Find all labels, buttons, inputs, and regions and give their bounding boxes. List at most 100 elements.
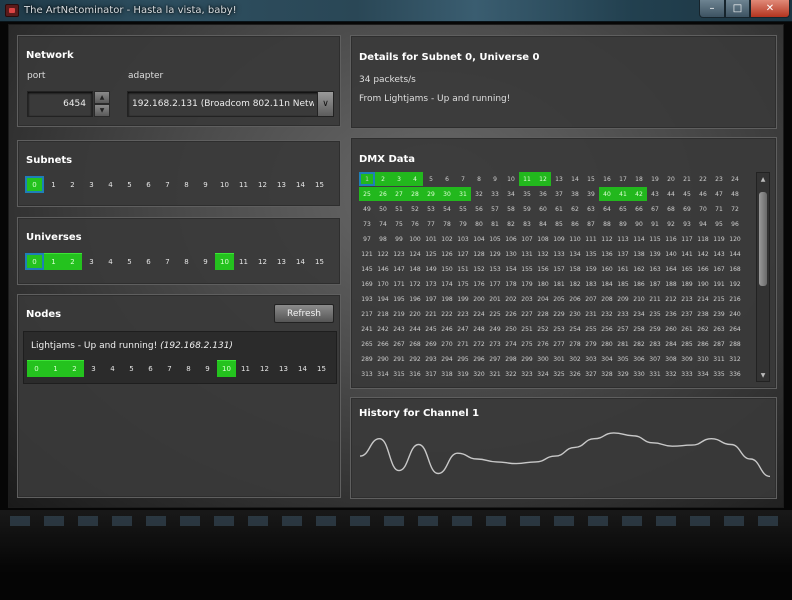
dmx-channel-52[interactable]: 52 [407,202,423,216]
dmx-channel-202[interactable]: 202 [503,292,519,306]
dmx-channel-319[interactable]: 319 [455,367,471,381]
dmx-channel-274[interactable]: 274 [503,337,519,351]
cell-9[interactable]: 9 [196,253,215,270]
dmx-channel-63[interactable]: 63 [583,202,599,216]
dmx-channel-176[interactable]: 176 [471,277,487,291]
dmx-channel-332[interactable]: 332 [663,367,679,381]
dmx-channel-59[interactable]: 59 [519,202,535,216]
dmx-channel-67[interactable]: 67 [647,202,663,216]
dmx-channel-41[interactable]: 41 [615,187,631,201]
dmx-channel-204[interactable]: 204 [535,292,551,306]
dmx-channel-226[interactable]: 226 [503,307,519,321]
dmx-channel-231[interactable]: 231 [583,307,599,321]
cell-6[interactable]: 6 [139,176,158,193]
dmx-channel-177[interactable]: 177 [487,277,503,291]
dmx-channel-94[interactable]: 94 [695,217,711,231]
dmx-channel-173[interactable]: 173 [423,277,439,291]
dmx-channel-88[interactable]: 88 [599,217,615,231]
dmx-channel-11[interactable]: 11 [519,172,535,186]
dmx-channel-187[interactable]: 187 [647,277,663,291]
dmx-channel-85[interactable]: 85 [551,217,567,231]
dmx-channel-296[interactable]: 296 [471,352,487,366]
dmx-channel-151[interactable]: 151 [455,262,471,276]
dmx-channel-117[interactable]: 117 [679,232,695,246]
cell-9[interactable]: 9 [196,176,215,193]
dmx-channel-308[interactable]: 308 [663,352,679,366]
dmx-channel-101[interactable]: 101 [423,232,439,246]
dmx-channel-272[interactable]: 272 [471,337,487,351]
dmx-channel-33[interactable]: 33 [487,187,503,201]
dmx-channel-225[interactable]: 225 [487,307,503,321]
dmx-channel-110[interactable]: 110 [567,232,583,246]
dmx-channel-235[interactable]: 235 [647,307,663,321]
dmx-channel-256[interactable]: 256 [599,322,615,336]
dmx-channel-123[interactable]: 123 [391,247,407,261]
dmx-channel-92[interactable]: 92 [663,217,679,231]
dmx-channel-313[interactable]: 313 [359,367,375,381]
dmx-channel-38[interactable]: 38 [567,187,583,201]
dmx-channel-213[interactable]: 213 [679,292,695,306]
dmx-channel-128[interactable]: 128 [471,247,487,261]
dmx-channel-184[interactable]: 184 [599,277,615,291]
dmx-channel-65[interactable]: 65 [615,202,631,216]
dmx-channel-71[interactable]: 71 [711,202,727,216]
dmx-channel-165[interactable]: 165 [679,262,695,276]
dmx-channel-58[interactable]: 58 [503,202,519,216]
dmx-channel-328[interactable]: 328 [599,367,615,381]
dmx-channel-61[interactable]: 61 [551,202,567,216]
cell-1[interactable]: 1 [44,176,63,193]
cell-1[interactable]: 1 [46,360,65,377]
dmx-channel-320[interactable]: 320 [471,367,487,381]
dmx-channel-248[interactable]: 248 [471,322,487,336]
cell-15[interactable]: 15 [312,360,331,377]
cell-6[interactable]: 6 [141,360,160,377]
dmx-channel-124[interactable]: 124 [407,247,423,261]
dmx-channel-292[interactable]: 292 [407,352,423,366]
dmx-channel-218[interactable]: 218 [375,307,391,321]
cell-15[interactable]: 15 [310,176,329,193]
dmx-channel-34[interactable]: 34 [503,187,519,201]
dmx-channel-141[interactable]: 141 [679,247,695,261]
dmx-channel-73[interactable]: 73 [359,217,375,231]
dmx-channel-36[interactable]: 36 [535,187,551,201]
cell-8[interactable]: 8 [177,253,196,270]
cell-3[interactable]: 3 [84,360,103,377]
dmx-channel-174[interactable]: 174 [439,277,455,291]
dmx-channel-104[interactable]: 104 [471,232,487,246]
dmx-channel-95[interactable]: 95 [711,217,727,231]
dmx-channel-13[interactable]: 13 [551,172,567,186]
dmx-channel-84[interactable]: 84 [535,217,551,231]
dmx-channel-300[interactable]: 300 [535,352,551,366]
dmx-channel-156[interactable]: 156 [535,262,551,276]
dmx-channel-44[interactable]: 44 [663,187,679,201]
dmx-channel-18[interactable]: 18 [631,172,647,186]
dmx-channel-25[interactable]: 25 [359,187,375,201]
dmx-channel-236[interactable]: 236 [663,307,679,321]
dmx-channel-57[interactable]: 57 [487,202,503,216]
dmx-channel-232[interactable]: 232 [599,307,615,321]
dmx-channel-310[interactable]: 310 [695,352,711,366]
dmx-channel-21[interactable]: 21 [679,172,695,186]
dmx-channel-50[interactable]: 50 [375,202,391,216]
dmx-channel-186[interactable]: 186 [631,277,647,291]
scroll-down-button[interactable]: ▼ [757,369,769,381]
cell-2[interactable]: 2 [63,176,82,193]
dmx-channel-261[interactable]: 261 [679,322,695,336]
scroll-thumb[interactable] [759,192,767,286]
dmx-channel-111[interactable]: 111 [583,232,599,246]
cell-11[interactable]: 11 [234,253,253,270]
cell-12[interactable]: 12 [253,253,272,270]
dmx-channel-281[interactable]: 281 [615,337,631,351]
cell-5[interactable]: 5 [120,176,139,193]
dmx-channel-270[interactable]: 270 [439,337,455,351]
dmx-channel-168[interactable]: 168 [727,262,743,276]
cell-13[interactable]: 13 [274,360,293,377]
dmx-channel-10[interactable]: 10 [503,172,519,186]
dmx-channel-191[interactable]: 191 [711,277,727,291]
dmx-channel-250[interactable]: 250 [503,322,519,336]
dmx-channel-298[interactable]: 298 [503,352,519,366]
dmx-channel-247[interactable]: 247 [455,322,471,336]
dmx-channel-113[interactable]: 113 [615,232,631,246]
dmx-channel-318[interactable]: 318 [439,367,455,381]
dmx-channel-284[interactable]: 284 [663,337,679,351]
